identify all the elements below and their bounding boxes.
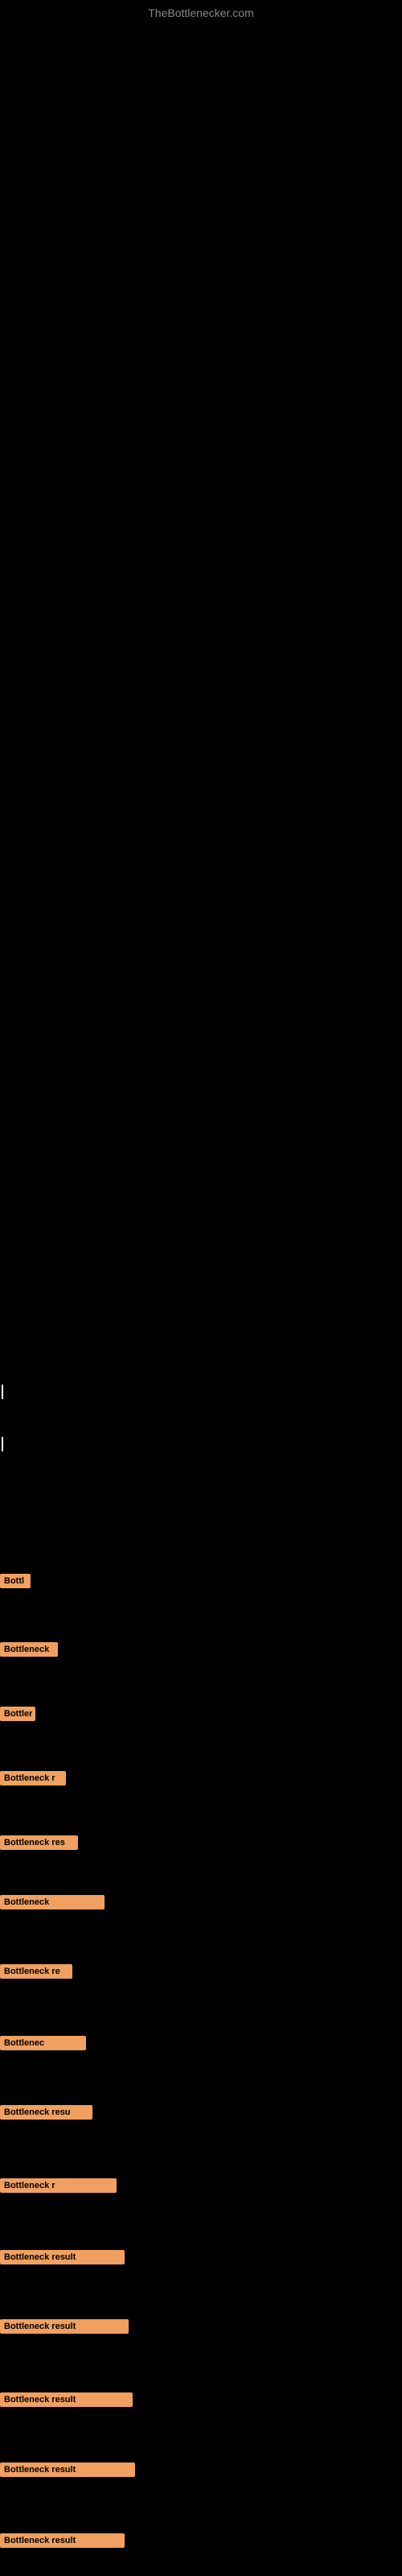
bottleneck-label-11: Bottleneck result: [0, 2250, 125, 2264]
bottleneck-label-4: Bottleneck r: [0, 1771, 66, 1785]
bottleneck-label-13: Bottleneck result: [0, 2392, 133, 2407]
cursor-line-1: [2, 1385, 3, 1399]
cursor-line-2: [2, 1437, 3, 1451]
bottleneck-label-9: Bottleneck resu: [0, 2105, 92, 2120]
bottleneck-label-5: Bottleneck res: [0, 1835, 78, 1850]
bottleneck-label-10: Bottleneck r: [0, 2178, 117, 2193]
main-content: TheBottlenecker.com Bottl Bottleneck Bot…: [0, 0, 402, 2576]
site-title: TheBottlenecker.com: [148, 6, 254, 19]
bottleneck-label-15: Bottleneck result: [0, 2533, 125, 2548]
bottleneck-label-7: Bottleneck re: [0, 1964, 72, 1979]
bottleneck-label-3: Bottler: [0, 1707, 35, 1721]
bottleneck-label-6: Bottleneck: [0, 1895, 105, 1909]
bottleneck-label-1: Bottl: [0, 1574, 31, 1588]
bottleneck-label-12: Bottleneck result: [0, 2319, 129, 2334]
bottleneck-label-14: Bottleneck result: [0, 2462, 135, 2477]
bottleneck-label-2: Bottleneck: [0, 1642, 58, 1657]
bottleneck-label-8: Bottlenec: [0, 2036, 86, 2050]
